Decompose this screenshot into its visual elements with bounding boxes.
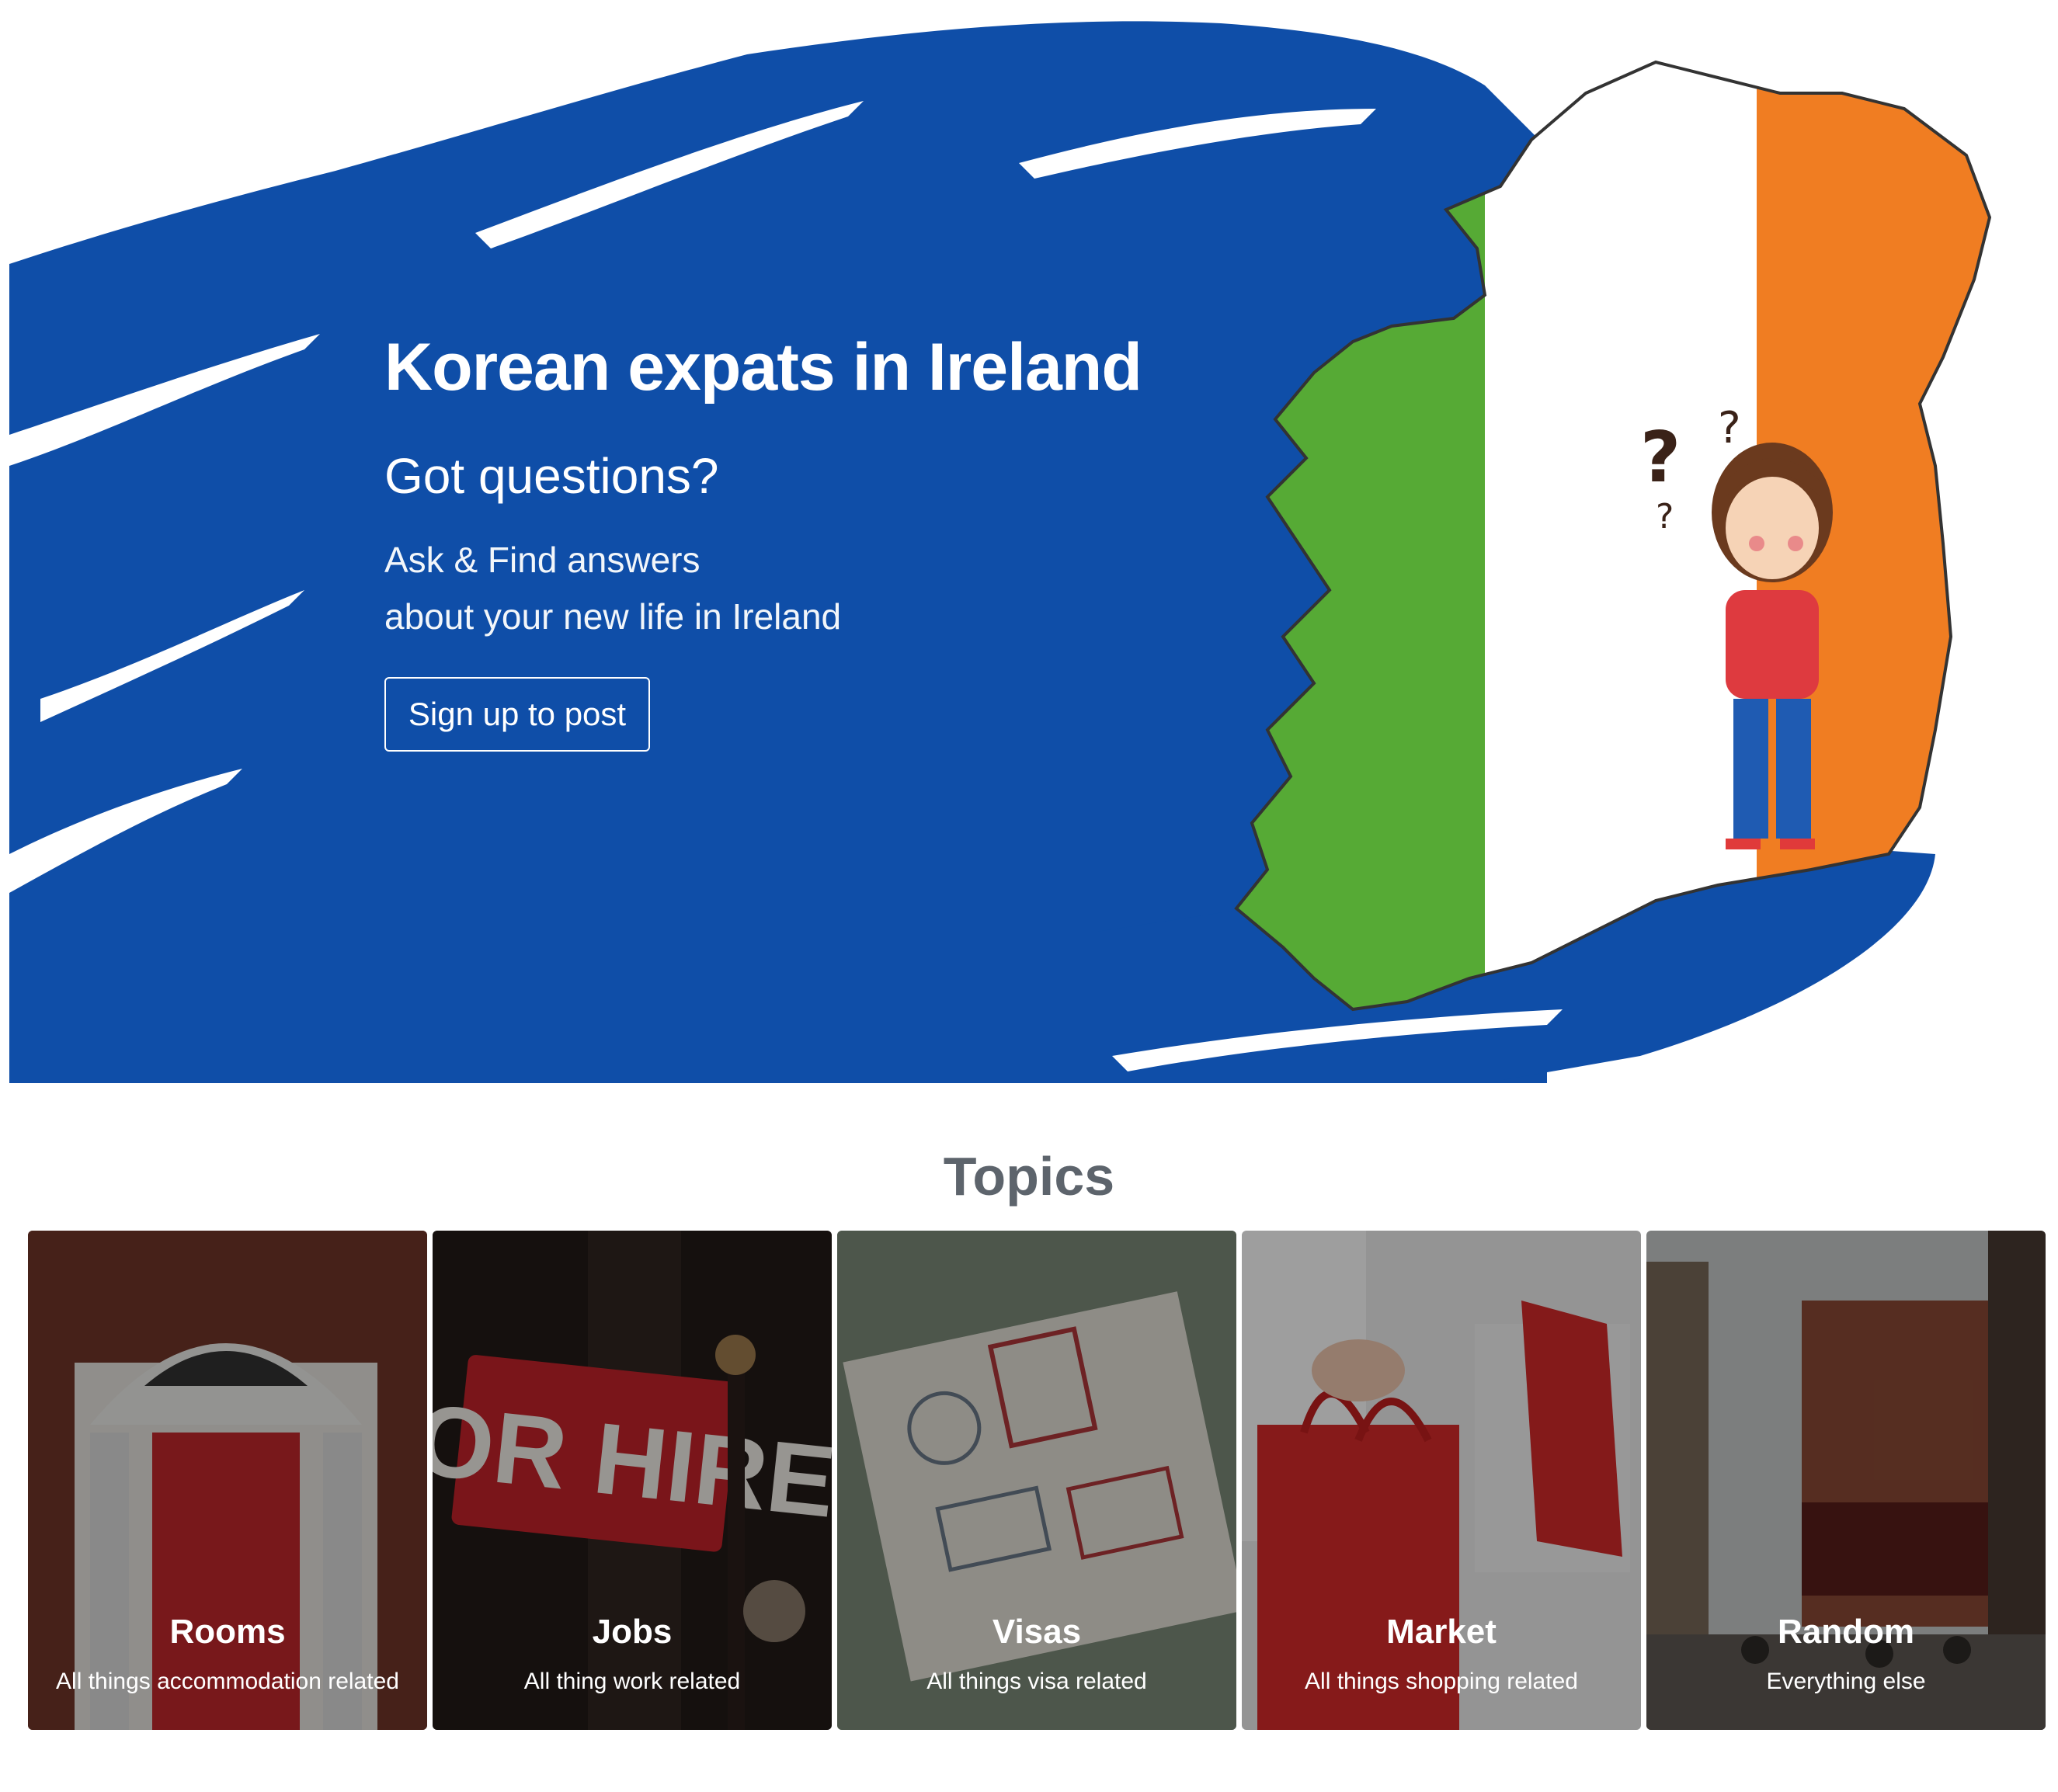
hero-description-line-1: Ask & Find answers [384, 540, 700, 580]
hero-title: Korean expats in Ireland [384, 330, 1142, 405]
topic-title-random: Random [1778, 1613, 1914, 1651]
svg-text:?: ? [1640, 417, 1681, 498]
sign-up-button[interactable]: Sign up to post [384, 677, 650, 752]
topic-desc-rooms: All things accommodation related [56, 1669, 399, 1694]
card-overlay [28, 1231, 427, 1730]
topics-heading: Topics [943, 1146, 1115, 1207]
topic-desc-visas: All things visa related [926, 1669, 1147, 1694]
card-overlay [1242, 1231, 1641, 1730]
svg-text:?: ? [1656, 497, 1674, 537]
topic-card-jobs[interactable]: FOR HIRE Jobs All thing work related [433, 1231, 832, 1730]
topic-desc-random: Everything else [1766, 1669, 1926, 1694]
topic-title-rooms: Rooms [169, 1613, 286, 1651]
hero-description-line-2: about your new life in Ireland [384, 596, 842, 637]
card-overlay [1646, 1231, 2046, 1730]
hero-text-block: Korean expats in Ireland Got questions? … [384, 334, 1142, 645]
topic-title-jobs: Jobs [592, 1613, 673, 1651]
hero-banner: ? ? ? Korean expats in Ireland Got quest… [9, 0, 2028, 1083]
hero-subtitle: Got questions? [384, 448, 719, 504]
topic-card-random[interactable]: Random Everything else [1646, 1231, 2046, 1730]
svg-text:?: ? [1718, 403, 1741, 453]
topic-desc-jobs: All thing work related [523, 1669, 741, 1694]
card-overlay [837, 1231, 1236, 1730]
topic-card-market[interactable]: Market All things shopping related [1242, 1231, 1641, 1730]
topic-title-visas: Visas [992, 1613, 1082, 1651]
topic-desc-market: All things shopping related [1305, 1669, 1578, 1694]
topics-card-grid: Rooms All things accommodation related F… [28, 1231, 2046, 1730]
ireland-flag-map-illustration: ? ? ? [1234, 60, 1992, 1012]
hero-description: Ask & Find answers about your new life i… [384, 532, 1142, 645]
topic-title-market: Market [1386, 1613, 1497, 1651]
topic-card-rooms[interactable]: Rooms All things accommodation related [28, 1231, 427, 1730]
topic-card-visas[interactable]: Visas All things visa related [837, 1231, 1236, 1730]
card-overlay [433, 1231, 832, 1730]
